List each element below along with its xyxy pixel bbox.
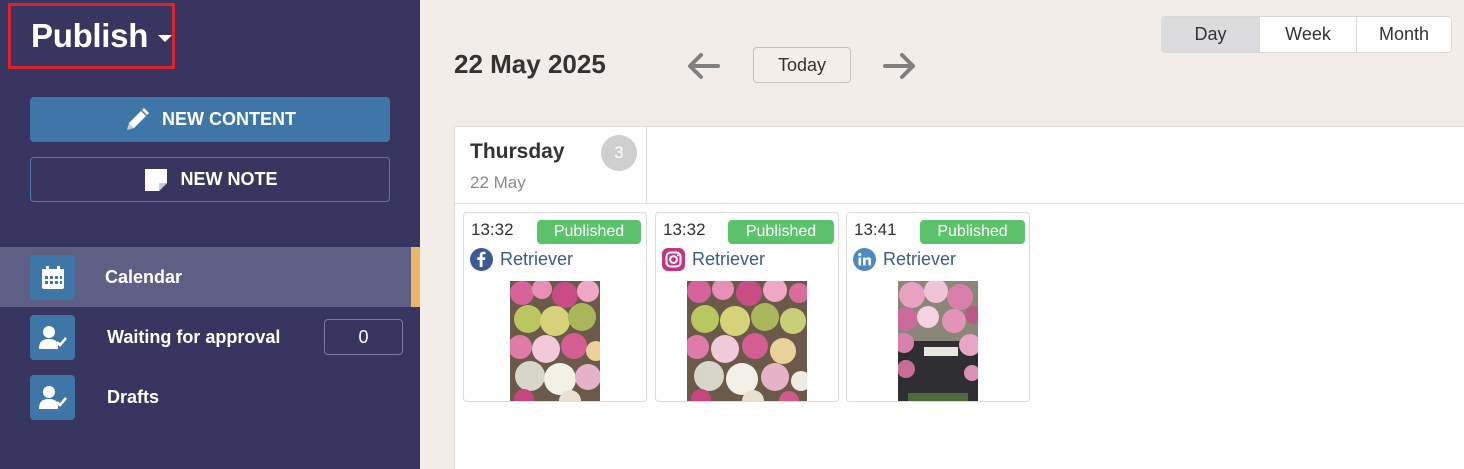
next-arrow-icon[interactable] [882,50,918,82]
account-name: Retriever [883,249,957,269]
post-thumbnail [894,279,983,401]
post-card[interactable]: 13:41 Published Retriever [846,212,1030,402]
day-date: 22 May [470,173,526,192]
new-note-button[interactable]: NEW NOTE [30,157,390,202]
publish-title: Publish [31,17,149,54]
account-name: Retriever [692,249,766,269]
sidebar-item-calendar[interactable]: Calendar [0,247,420,307]
sidebar-item-label: Drafts [107,386,160,407]
sidebar-item-waiting-for-approval[interactable]: Waiting for approval 0 [0,307,420,367]
new-note-label: NEW NOTE [180,169,278,189]
status-badge: Published [920,220,1025,244]
sidebar-item-label: Waiting for approval [107,326,281,347]
post-thumbnail [685,278,811,401]
day-name: Thursday [470,140,565,163]
new-content-button[interactable]: NEW CONTENT [30,97,390,142]
sidebar-item-label: Calendar [105,266,183,287]
previous-arrow-icon[interactable] [685,50,721,82]
post-card[interactable]: 13:32 Published Retriever [463,212,647,402]
calendar-icon [30,255,75,300]
current-date: 22 May 2025 [454,49,606,79]
day-calendar: Thursday 22 May 3 13:32 Published Retrie… [454,126,1464,469]
caret-down-icon [158,34,173,42]
view-switcher: Day Week Month [1161,16,1452,53]
account-row: Retriever [662,248,765,271]
account-row: Retriever [853,248,956,271]
sidebar-item-drafts[interactable]: Drafts [0,367,420,427]
status-badge: Published [537,220,641,244]
account-row: Retriever [470,248,573,271]
account-name: Retriever [500,249,574,269]
divider [455,203,1464,204]
user-check-icon [30,375,75,420]
pencil-icon [124,107,150,133]
publish-menu-dropdown[interactable]: Publish [8,3,175,69]
post-card[interactable]: 13:32 Published Retriever [655,212,839,402]
new-content-label: NEW CONTENT [162,109,296,129]
note-icon [143,167,169,193]
post-count-badge: 3 [601,135,637,171]
view-week-button[interactable]: Week [1259,17,1356,52]
today-button[interactable]: Today [753,47,851,83]
linkedin-icon [853,248,876,271]
post-thumbnail [508,279,606,401]
post-time: 13:32 [663,220,706,239]
view-month-button[interactable]: Month [1356,17,1451,52]
user-check-icon [30,315,75,360]
sidebar: Publish NEW CONTENT NEW NOTE Calendar Wa… [0,0,420,469]
status-badge: Published [728,220,834,244]
facebook-icon [470,248,493,271]
post-time: 13:32 [471,220,514,239]
view-day-button[interactable]: Day [1162,17,1259,52]
instagram-icon [662,248,685,271]
day-column-header: Thursday 22 May 3 [455,127,647,203]
approval-count-badge: 0 [324,319,403,355]
post-time: 13:41 [854,220,897,239]
